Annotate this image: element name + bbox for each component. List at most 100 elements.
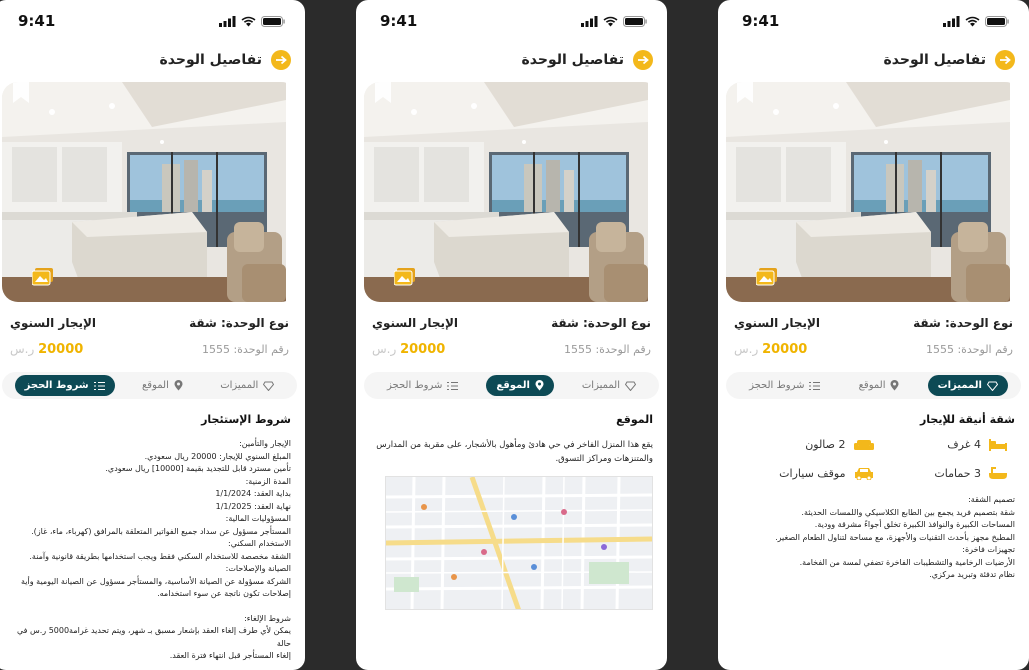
text-line: شروط الإلغاء: (244, 613, 291, 623)
diamond-icon (625, 381, 637, 391)
text-line: الشركة مسؤولة عن الصيانة الأساسية، والمس… (21, 576, 291, 586)
bookmark-icon[interactable] (12, 82, 30, 104)
features-grid: 4 غرف 2 صالون 3 حمامات موقف سيارات (732, 438, 1015, 480)
unit-number: رقم الوحدة: 1555 (925, 342, 1013, 356)
text-line: نظام تدفئة وتبريد مركزي. (929, 570, 1015, 579)
features-title: شقة أنيقة للإيجار (919, 413, 1015, 426)
text-line: الشقة مخصصة للاستخدام السكني فقط ويجب اس… (29, 551, 291, 561)
features-lines: تصميم الشقة: شقة بتصميم فريد يجمع بين الط… (732, 494, 1015, 582)
page-title: تفاصيل الوحدة (883, 52, 986, 68)
location-title: الموقع (616, 413, 653, 426)
tab-booking-label: شروط الحجز (387, 380, 443, 391)
back-button[interactable] (271, 50, 291, 70)
signal-icon (943, 15, 960, 27)
gallery-icon[interactable] (394, 268, 416, 286)
battery-icon (623, 15, 647, 27)
pin-icon (174, 380, 183, 391)
back-button[interactable] (995, 50, 1015, 70)
booking-terms-content: شروط الإستئجار الإيجار والتأمين: المبلغ ا… (0, 399, 305, 670)
features-content: شقة أنيقة للإيجار 4 غرف 2 صالون 3 حمامات… (718, 399, 1029, 582)
tab-features-label: المميزات (220, 380, 259, 391)
page-header: تفاصيل الوحدة (718, 42, 1029, 78)
rent-type: الإيجار السنوي (372, 316, 459, 330)
text-line: إلغاء المستأجر قبل انتهاء فترة العقد. (169, 651, 291, 660)
tabs: المميزات الموقع شروط الحجز (2, 372, 297, 399)
pin-icon (890, 380, 899, 391)
list-icon (93, 381, 105, 390)
bath-icon (989, 467, 1007, 479)
text-line: تجهيزات فاخرة: (962, 545, 1015, 554)
signal-icon (219, 15, 236, 27)
text-line: تصميم الشقة: (968, 495, 1015, 504)
tabs: المميزات الموقع شروط الحجز (726, 372, 1021, 399)
terms-title: شروط الإستئجار (201, 413, 291, 426)
status-bar: 9:41 (0, 0, 305, 42)
text-line: الاستخدام السكني: (228, 539, 291, 548)
unit-type: نوع الوحدة: شقة (913, 316, 1013, 330)
tab-location[interactable]: الموقع (132, 375, 193, 396)
unit-photo[interactable] (2, 82, 297, 302)
sofa-icon (853, 440, 874, 450)
unit-photo[interactable] (726, 82, 1021, 302)
status-time: 9:41 (380, 12, 418, 30)
feature-baths: 3 حمامات (874, 467, 1007, 480)
text-line: يمكن لأي طرف إلغاء العقد بإشعار مسبق بـ … (16, 626, 291, 648)
page-title: تفاصيل الوحدة (521, 52, 624, 68)
tab-booking-label: شروط الحجز (24, 380, 89, 391)
location-map[interactable] (385, 476, 653, 610)
status-bar: 9:41 (718, 0, 1029, 42)
back-button[interactable] (633, 50, 653, 70)
back-arrow-icon (1000, 55, 1011, 65)
tab-features[interactable]: المميزات (572, 375, 646, 396)
phone-booking-terms: 9:41 تفاصيل الوحدة نوع الوحدة: شقة الإيج… (0, 0, 305, 670)
tab-location-label: الموقع (496, 380, 530, 391)
unit-number: رقم الوحدة: 1555 (563, 342, 651, 356)
feature-rooms: 4 غرف (874, 438, 1007, 451)
tab-location[interactable]: الموقع (849, 375, 910, 396)
phone-features: 9:41 تفاصيل الوحدة نوع الوحدة: شقة الإيج… (718, 0, 1029, 670)
bookmark-icon[interactable] (736, 82, 754, 104)
feature-rooms-label: 4 غرف (947, 438, 981, 451)
tab-booking[interactable]: شروط الحجز (14, 375, 115, 396)
list-icon (447, 381, 459, 390)
feature-parking: موقف سيارات (740, 467, 874, 480)
tab-booking[interactable]: شروط الحجز (377, 375, 468, 396)
tab-booking-label: شروط الحجز (749, 380, 805, 391)
unit-number: رقم الوحدة: 1555 (201, 342, 289, 356)
text-line: نهاية العقد: 1/1/2025 (215, 501, 291, 511)
tab-features[interactable]: المميزات (927, 375, 1008, 396)
text-line: المبلغ السنوي للإيجار: 20000 ريال سعودي. (144, 451, 291, 461)
rent-type: الإيجار السنوي (10, 316, 97, 330)
gallery-icon[interactable] (32, 268, 54, 286)
location-description: يقع هذا المنزل الفاخر في حي هادئ ومأهول … (376, 440, 653, 464)
car-icon (854, 468, 873, 480)
price-currency: ر.س (372, 341, 397, 356)
map-image (385, 477, 652, 610)
battery-icon (261, 15, 285, 27)
text-line: المساحات الكبيرة والنوافذ الكبيرة تخلق أ… (814, 520, 1015, 529)
text-line: إصلاحات تكون ناتجة عن سوء استخدامه. (157, 589, 291, 598)
gallery-icon[interactable] (756, 268, 778, 286)
text-line: المسؤوليات المالية: (225, 514, 291, 523)
feature-baths-label: 3 حمامات (934, 467, 981, 480)
text-line: المستأجر مسؤول عن سداد جميع الفواتير الم… (31, 526, 291, 536)
bookmark-icon[interactable] (374, 82, 392, 104)
text-line: المطبخ مجهز بأحدث التقنيات والأجهزة، مع … (775, 532, 1015, 542)
unit-photo[interactable] (364, 82, 659, 302)
page-title: تفاصيل الوحدة (159, 52, 262, 68)
tab-location[interactable]: الموقع (486, 375, 554, 396)
unit-type: نوع الوحدة: شقة (551, 316, 651, 330)
feature-salons: 2 صالون (740, 438, 874, 451)
text-line: بداية العقد: 1/1/2024 (215, 489, 291, 498)
battery-icon (985, 15, 1009, 27)
wifi-icon (241, 16, 256, 26)
back-arrow-icon (276, 55, 287, 65)
tab-features-label: المميزات (937, 380, 982, 391)
tab-location-label: الموقع (141, 380, 169, 391)
text-line: تأمين مسترد قابل للتجديد بقيمة [10000] ر… (105, 464, 291, 473)
signal-icon (581, 15, 598, 27)
text-line: شقة بتصميم فريد يجمع بين الطابع الكلاسيك… (801, 507, 1015, 517)
tab-features[interactable]: المميزات (210, 375, 284, 396)
tab-booking[interactable]: شروط الحجز (739, 375, 830, 396)
diamond-icon (986, 381, 998, 391)
